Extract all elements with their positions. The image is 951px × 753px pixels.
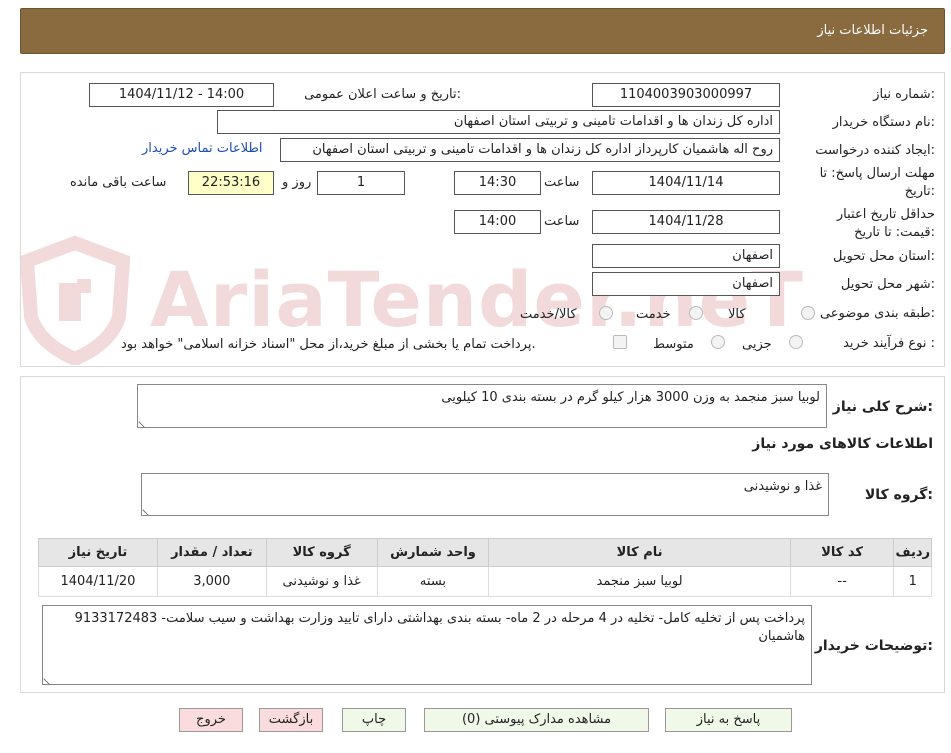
items-section-title: اطلاعات کالاهای مورد نیاز <box>752 436 933 452</box>
cell-group: غذا و نوشیدنی <box>265 566 378 597</box>
creator-field[interactable]: روح اله هاشمیان کارپرداز اداره کل زندان … <box>280 138 780 162</box>
col-group: گروه کالا <box>265 538 378 567</box>
announce-label: تاریخ و ساعت اعلان عمومی: <box>304 87 461 102</box>
cell-row: 1 <box>893 566 932 597</box>
city-label: شهر محل تحویل: <box>840 277 935 292</box>
validity-time-label: ساعت <box>544 214 580 229</box>
goods-group-text: غذا و نوشیدنی <box>743 479 822 494</box>
need-summary-text: لوبیا سبز منجمد به وزن 3000 هزار کیلو گر… <box>441 390 820 405</box>
page-title: جزئيات اطلاعات نياز <box>817 23 928 38</box>
col-row: ردیف <box>893 538 932 567</box>
table-header-row: ردیف کد کالا نام کالا واحد شمارش گروه کا… <box>38 538 932 567</box>
attachments-button[interactable]: مشاهده مدارک پیوستی (0) <box>424 708 649 732</box>
validity-time-field[interactable]: 14:00 <box>454 210 541 234</box>
process-minor-label: جزیی <box>742 337 772 352</box>
need-summary-field[interactable]: لوبیا سبز منجمد به وزن 3000 هزار کیلو گر… <box>137 384 827 428</box>
treasury-checkbox[interactable] <box>613 335 627 349</box>
days-field[interactable]: 1 <box>317 171 405 195</box>
payment-note: پرداخت تمام یا بخشی از مبلغ خرید،از محل … <box>121 337 536 352</box>
category-service-radio[interactable] <box>689 306 703 320</box>
deadline-time-label: ساعت <box>544 175 580 190</box>
need-number-field[interactable]: 1104003903000997 <box>592 83 780 107</box>
city-field[interactable]: اصفهان <box>592 272 780 296</box>
cell-qty: 3,000 <box>156 566 267 597</box>
process-medium-radio[interactable] <box>711 335 725 349</box>
resize-grip-icon[interactable] <box>138 416 150 428</box>
category-goods-radio[interactable] <box>801 306 815 320</box>
cell-date: 1404/11/20 <box>38 566 158 597</box>
process-medium-label: متوسط <box>653 337 694 352</box>
validity-date-field[interactable]: 1404/11/28 <box>592 210 780 234</box>
remaining-label: ساعت باقی مانده <box>70 175 167 190</box>
goods-group-field[interactable]: غذا و نوشیدنی <box>141 473 829 516</box>
validity-label-2: قیمت: تا تاریخ: <box>854 225 935 240</box>
buyer-notes-field[interactable]: پرداخت پس از تخلیه کامل- تخلیه در 4 مرحل… <box>42 605 812 685</box>
cell-code: -- <box>789 566 895 597</box>
exit-button[interactable]: خروج <box>179 708 243 732</box>
table-row[interactable]: 1 -- لوبیا سبز منجمد بسته غذا و نوشیدنی … <box>38 566 932 597</box>
col-date: تاریخ نیاز <box>38 538 158 567</box>
province-field[interactable]: اصفهان <box>592 244 780 268</box>
goods-group-label: گروه کالا: <box>864 487 933 503</box>
deadline-date-field[interactable]: 1404/11/14 <box>592 171 780 195</box>
col-qty: تعداد / مقدار <box>156 538 267 567</box>
resize-grip-icon[interactable] <box>43 673 55 685</box>
col-unit: واحد شمارش <box>376 538 490 567</box>
validity-label: حداقل تاریخ اعتبار <box>836 207 935 222</box>
page-header: جزئيات اطلاعات نياز <box>20 8 945 54</box>
category-service-label: خدمت <box>636 307 671 322</box>
deadline-label-2: تاریخ: <box>904 184 935 199</box>
items-table: ردیف کد کالا نام کالا واحد شمارش گروه کا… <box>38 538 932 597</box>
category-both-radio[interactable] <box>599 306 613 320</box>
need-number-label: شماره نیاز: <box>873 87 935 102</box>
resize-grip-icon[interactable] <box>142 504 154 516</box>
remaining-time-field: 22:53:16 <box>188 171 274 195</box>
creator-label: ایجاد کننده درخواست: <box>815 143 935 158</box>
buyer-contact-link[interactable]: اطلاعات تماس خریدار <box>142 141 262 156</box>
buyer-notes-label: توضیحات خریدار: <box>814 638 933 654</box>
col-name: نام کالا <box>488 538 791 567</box>
reply-button[interactable]: پاسخ به نياز <box>665 708 792 732</box>
print-button[interactable]: چاپ <box>342 708 406 732</box>
category-label: طبقه بندی موضوعی: <box>819 306 935 321</box>
category-goods-label: کالا <box>728 307 746 322</box>
process-minor-radio[interactable] <box>789 335 803 349</box>
announce-field[interactable]: 1404/11/12 - 14:00 <box>89 83 274 107</box>
days-label: روز و <box>282 175 312 190</box>
cell-name: لوبیا سبز منجمد <box>488 566 791 597</box>
process-label: نوع فرآیند خرید : <box>843 336 935 351</box>
back-button[interactable]: بازگشت <box>259 708 323 732</box>
province-label: استان محل تحویل: <box>833 249 935 264</box>
deadline-time-field[interactable]: 14:30 <box>454 171 541 195</box>
buyer-org-field[interactable]: اداره کل زندان ها و اقدامات تامینی و ترب… <box>217 110 780 134</box>
buyer-org-label: نام دستگاه خریدار: <box>832 115 935 130</box>
cell-unit: بسته <box>376 566 490 597</box>
need-summary-label: شرح کلی نیاز: <box>832 399 933 415</box>
category-both-label: کالا/خدمت <box>520 307 577 322</box>
col-code: کد کالا <box>789 538 895 567</box>
buyer-notes-text: پرداخت پس از تخلیه کامل- تخلیه در 4 مرحل… <box>74 611 805 644</box>
deadline-label: مهلت ارسال پاسخ: تا <box>819 166 935 181</box>
